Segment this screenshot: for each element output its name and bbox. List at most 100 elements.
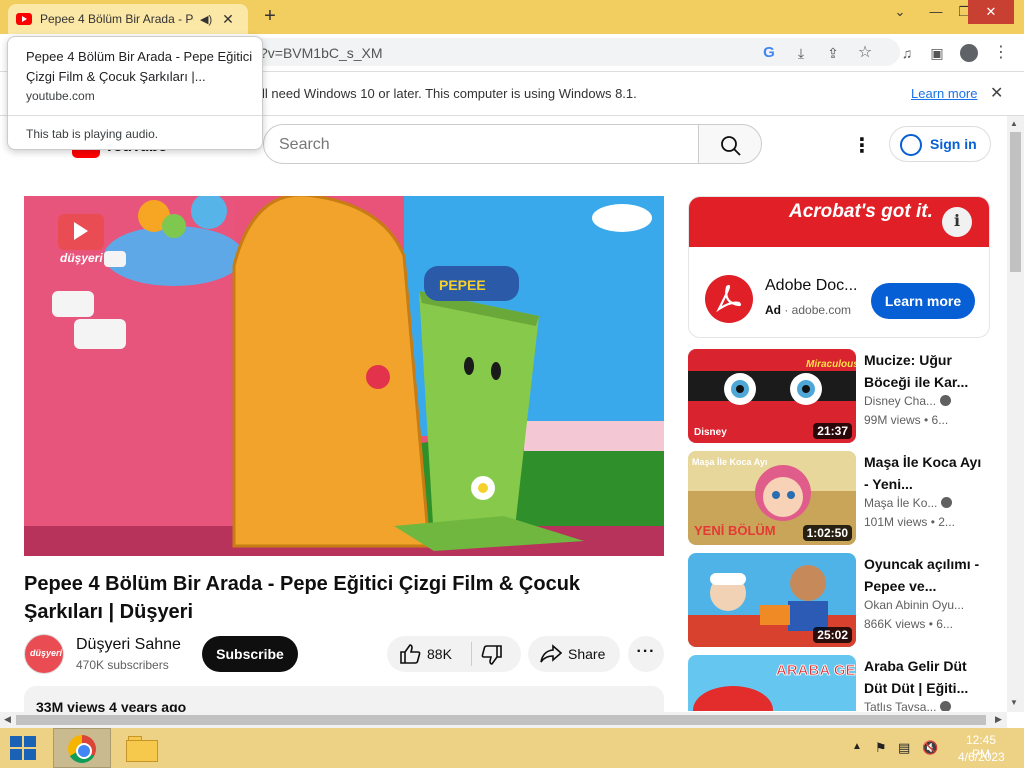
ad-card[interactable]: Acrobat's got it. i Adobe Doc... Ad · ad…	[688, 196, 990, 338]
scroll-up-icon[interactable]: ▲	[1010, 119, 1018, 128]
taskbar-file-explorer-button[interactable]	[126, 734, 158, 762]
windows-start-button[interactable]	[10, 736, 38, 762]
horizontal-scrollbar[interactable]: ◀ ▶	[0, 712, 1007, 728]
related-title: Araba Gelir Düt Düt Düt | Eğiti...	[864, 658, 969, 696]
hover-card-divider	[8, 115, 262, 116]
horizontal-scroll-thumb[interactable]	[16, 715, 986, 725]
ad-banner-text: Acrobat's got it.	[789, 201, 933, 222]
vertical-scrollbar[interactable]: ▲ ▼	[1007, 116, 1024, 712]
windows-taskbar	[0, 728, 1024, 768]
related-thumb-text: Miraculous	[806, 359, 856, 370]
related-views: 101M views • 2...	[864, 515, 955, 529]
url-text[interactable]: ?v=BVM1bC_s_XM	[260, 45, 383, 61]
browser-titlebar: Pepee 4 Bölüm Bir Arada - Pe ◀) ✕ + ⌄ — …	[0, 0, 1024, 34]
hover-card-audio-status: This tab is playing audio.	[26, 127, 159, 141]
search-placeholder: Search	[279, 136, 330, 153]
related-video[interactable]: Maşa İle Koca Ayı YENİ BÖLÜM 1:02:50 Maş…	[688, 451, 990, 545]
infobar-message: ll need Windows 10 or later. This comput…	[262, 86, 637, 101]
volume-muted-icon[interactable]: 🔇	[922, 740, 938, 756]
network-icon[interactable]: ▤	[898, 740, 910, 756]
video-duration: 21:37	[813, 423, 852, 439]
channel-avatar[interactable]: düşyeri	[24, 634, 64, 674]
close-window-button[interactable]: ✕	[968, 0, 1014, 24]
related-title: Mucize: Uğur Böceği ile Kar...	[864, 352, 969, 390]
verified-icon	[941, 497, 953, 508]
sign-in-button[interactable]: Sign in	[889, 126, 991, 162]
tab-title: Pepee 4 Bölüm Bir Arada - Pe	[40, 12, 194, 26]
windows-logo-icon	[10, 736, 22, 747]
related-channel: Disney Cha...	[864, 394, 984, 408]
infobar-learn-more-link[interactable]: Learn more	[911, 86, 977, 101]
install-app-icon[interactable]: ⤓	[790, 42, 812, 64]
related-title: Oyuncak açılımı - Pepee ve...	[864, 556, 980, 594]
subscribe-button[interactable]: Subscribe	[202, 636, 298, 672]
scroll-left-icon[interactable]: ◀	[4, 714, 11, 725]
related-video[interactable]: Miraculous Disney 21:37 Mucize: Uğur Böc…	[688, 349, 990, 443]
vertical-scroll-thumb[interactable]	[1010, 132, 1021, 272]
bookmark-star-icon[interactable]: ☆	[854, 42, 876, 64]
search-icon	[721, 136, 741, 156]
share-label: Share	[568, 646, 606, 662]
related-thumbnail[interactable]: 25:02	[688, 553, 856, 647]
share-page-icon[interactable]: ⇪	[822, 42, 844, 64]
scroll-right-icon[interactable]: ▶	[995, 714, 1002, 725]
related-video[interactable]: ARABA GELİR DÜT Araba Gelir Düt Düt Düt …	[688, 655, 990, 711]
video-title: Pepee 4 Bölüm Bir Arada - Pepe Eğitici Ç…	[24, 573, 581, 623]
video-duration: 25:02	[813, 627, 852, 643]
action-center-flag-icon[interactable]: ⚑	[875, 740, 887, 756]
show-hidden-icons-icon[interactable]: ▲	[852, 741, 862, 752]
google-lens-icon[interactable]: G	[758, 42, 780, 64]
search-input[interactable]: Search	[263, 124, 699, 164]
related-channel: Okan Abinin Oyu...	[864, 598, 965, 612]
search-button[interactable]	[698, 124, 762, 164]
hover-card-domain: youtube.com	[26, 89, 95, 103]
scroll-down-icon[interactable]: ▼	[1010, 698, 1018, 707]
browser-menu-icon[interactable]: ⋮	[990, 42, 1012, 64]
subscriber-count: 470K subscribers	[76, 658, 169, 672]
thumbs-down-icon	[481, 645, 502, 665]
related-video[interactable]: 25:02 Oyuncak açılımı - Pepee ve... Okan…	[688, 553, 990, 647]
channel-name[interactable]: Düşyeri Sahne	[76, 636, 181, 654]
share-button[interactable]: Share	[528, 636, 620, 672]
dislike-button[interactable]	[473, 636, 521, 672]
video-duration: 1:02:50	[802, 525, 852, 541]
ad-advertiser-name: Adobe Doc...	[765, 277, 858, 294]
speaker-icon[interactable]: ◀)	[200, 13, 212, 26]
ad-info-icon[interactable]: i	[942, 207, 972, 237]
related-channel: Tatlış Tavşa...	[864, 700, 984, 711]
player-watermark: düşyeri	[60, 251, 103, 265]
ad-banner[interactable]: Acrobat's got it. i	[689, 197, 989, 247]
media-control-icon[interactable]: ♫	[896, 42, 918, 64]
ad-domain: adobe.com	[791, 303, 852, 317]
share-arrow-icon	[540, 644, 562, 663]
like-button[interactable]: 88K	[387, 636, 471, 672]
related-thumbnail[interactable]: Maşa İle Koca Ayı YENİ BÖLÜM 1:02:50	[688, 451, 856, 545]
taskbar-chrome-button[interactable]	[53, 728, 111, 768]
like-dislike-group: 88K	[387, 636, 521, 672]
new-tab-button[interactable]: +	[258, 6, 282, 28]
verified-icon	[940, 701, 952, 711]
related-thumbnail[interactable]: Miraculous Disney 21:37	[688, 349, 856, 443]
related-thumb-text: ARABA GELİR DÜT	[776, 662, 856, 679]
ad-label: Ad	[765, 303, 781, 317]
video-player[interactable]: düşyeri PEPEE	[24, 196, 664, 556]
youtube-favicon-icon	[16, 13, 32, 25]
clock-date[interactable]: 4/6/2023	[958, 750, 1005, 764]
related-thumb-badge: Maşa İle Koca Ayı	[692, 457, 767, 467]
infobar-close-icon[interactable]: ✕	[990, 83, 1003, 103]
player-box-label: PEPEE	[439, 277, 486, 293]
related-thumbnail[interactable]: ARABA GELİR DÜT	[688, 655, 856, 711]
account-icon	[900, 134, 922, 156]
browser-tab[interactable]: Pepee 4 Bölüm Bir Arada - Pe ◀) ✕	[8, 4, 248, 34]
tab-search-button[interactable]: ⌄	[880, 0, 920, 24]
side-panel-icon[interactable]: ▣	[926, 42, 948, 64]
ad-learn-more-button[interactable]: Learn more	[871, 283, 975, 319]
hover-card-title: Pepee 4 Bölüm Bir Arada - Pepe Eğitici Ç…	[26, 49, 253, 84]
settings-more-icon[interactable]: ⋮	[852, 133, 872, 158]
related-thumb-text: YENİ BÖLÜM	[694, 523, 776, 538]
profile-avatar-icon[interactable]	[958, 42, 980, 64]
tab-close-icon[interactable]: ✕	[222, 11, 234, 28]
more-actions-button[interactable]: ···	[628, 636, 664, 672]
channel-avatar-text: düşyeri	[30, 648, 63, 658]
verified-icon	[940, 395, 952, 406]
